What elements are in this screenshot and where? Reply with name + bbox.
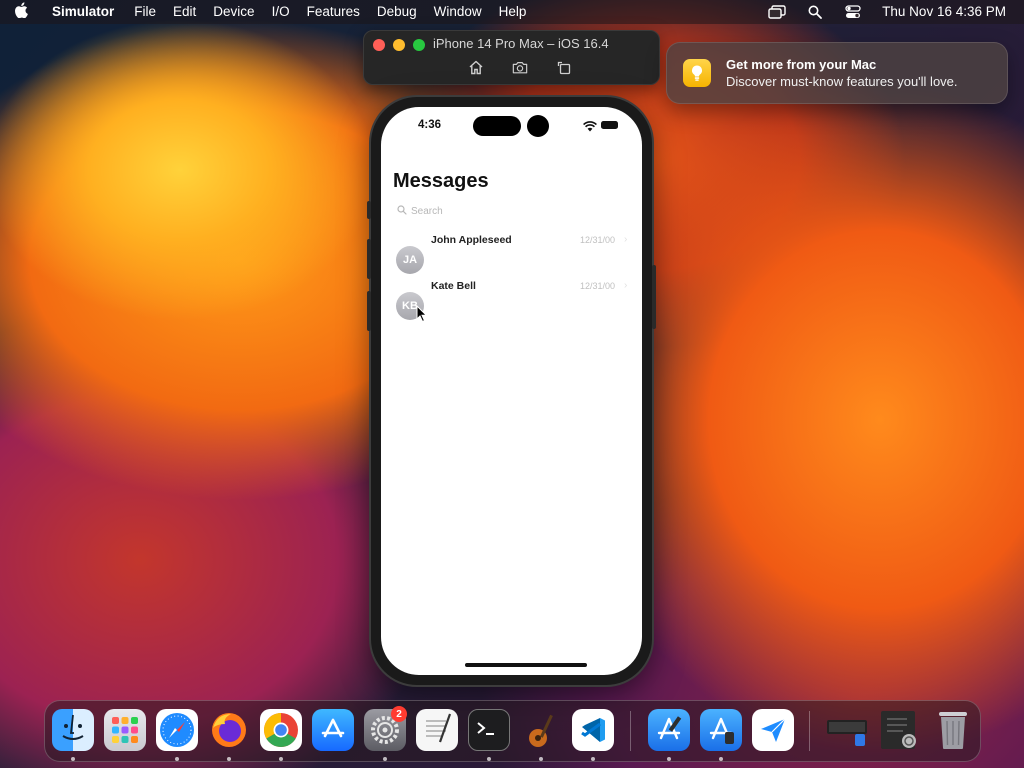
tips-lightbulb-icon xyxy=(683,59,711,87)
spotlight-search-icon[interactable] xyxy=(806,5,824,19)
menu-edit[interactable]: Edit xyxy=(173,0,196,24)
search-icon xyxy=(397,202,407,220)
notification-badge: 2 xyxy=(391,706,407,722)
minimize-window-button[interactable] xyxy=(393,39,405,51)
menu-io[interactable]: I/O xyxy=(272,0,290,24)
textedit-icon[interactable] xyxy=(416,709,458,751)
status-time: 4:36 xyxy=(418,119,442,131)
menu-file[interactable]: File xyxy=(134,0,156,24)
message-date: 12/31/00 xyxy=(580,235,616,245)
screenshot-icon[interactable] xyxy=(512,59,528,75)
running-indicator xyxy=(71,757,75,761)
running-indicator xyxy=(227,757,231,761)
firefox-icon[interactable] xyxy=(208,709,250,751)
volume-up-button[interactable] xyxy=(367,239,371,279)
front-camera xyxy=(527,115,549,137)
rotate-icon[interactable] xyxy=(556,59,572,75)
menu-app-name[interactable]: Simulator xyxy=(52,0,114,24)
app-store-icon[interactable] xyxy=(312,709,354,751)
search-field[interactable]: Search xyxy=(397,202,443,220)
side-button[interactable] xyxy=(652,265,656,329)
notification-banner[interactable]: Get more from your Mac Discover must-kno… xyxy=(666,42,1008,104)
menu-debug[interactable]: Debug xyxy=(377,0,417,24)
screen-mirroring-icon[interactable] xyxy=(768,5,786,19)
message-date: 12/31/00 xyxy=(580,281,616,291)
finder-icon[interactable] xyxy=(52,709,94,751)
chevron-right-icon: › xyxy=(624,280,628,291)
launchpad-icon[interactable] xyxy=(104,709,146,751)
paper-plane-icon[interactable] xyxy=(752,709,794,751)
vscode-icon[interactable] xyxy=(572,709,614,751)
battery-icon xyxy=(601,121,618,129)
menu-bar: Simulator File Edit Device I/O Features … xyxy=(0,0,1024,24)
window-controls xyxy=(373,39,425,51)
contact-name: Kate Bell xyxy=(431,280,476,292)
simulator-icon[interactable] xyxy=(700,709,742,751)
phone-screen[interactable]: 4:36 Messages Search JA John Appleseed 1… xyxy=(381,107,642,675)
avatar: JA xyxy=(396,246,424,274)
dynamic-island xyxy=(473,116,521,136)
home-icon[interactable] xyxy=(468,59,484,75)
running-indicator xyxy=(719,757,723,761)
safari-icon[interactable] xyxy=(156,709,198,751)
contact-name: John Appleseed xyxy=(431,234,512,246)
terminal-icon[interactable] xyxy=(468,709,510,751)
notification-body: Discover must-know features you'll love. xyxy=(726,74,958,89)
menubar-clock[interactable]: Thu Nov 16 4:36 PM xyxy=(882,0,1006,24)
dock: 2 xyxy=(44,700,981,762)
running-indicator xyxy=(383,757,387,761)
volume-down-button[interactable] xyxy=(367,291,371,331)
running-indicator xyxy=(667,757,671,761)
running-indicator xyxy=(591,757,595,761)
dock-separator xyxy=(630,711,631,751)
conversation-row[interactable]: JA John Appleseed 12/31/00 › xyxy=(381,234,642,280)
simulator-window-toolbar: iPhone 14 Pro Max – iOS 16.4 xyxy=(363,30,660,85)
running-indicator xyxy=(175,757,179,761)
chrome-icon[interactable] xyxy=(260,709,302,751)
action-button[interactable] xyxy=(367,201,371,219)
menu-device[interactable]: Device xyxy=(213,0,254,24)
control-center-icon[interactable] xyxy=(844,5,862,19)
search-placeholder: Search xyxy=(411,205,443,217)
xcode-icon[interactable] xyxy=(648,709,690,751)
close-window-button[interactable] xyxy=(373,39,385,51)
instruments-icon[interactable] xyxy=(520,709,562,751)
ios-status-bar: 4:36 xyxy=(381,107,642,143)
menu-help[interactable]: Help xyxy=(499,0,527,24)
menu-features[interactable]: Features xyxy=(307,0,360,24)
apple-menu-icon[interactable] xyxy=(14,2,42,22)
home-indicator[interactable] xyxy=(465,663,587,667)
running-indicator xyxy=(279,757,283,761)
notification-title: Get more from your Mac xyxy=(726,57,877,72)
wifi-icon xyxy=(583,119,597,132)
mouse-pointer-icon xyxy=(416,304,428,323)
running-indicator xyxy=(539,757,543,761)
dock-separator xyxy=(809,711,810,751)
running-indicator xyxy=(487,757,491,761)
trash-icon[interactable] xyxy=(932,709,974,751)
documents-stack-icon[interactable] xyxy=(876,709,922,751)
downloads-stack-icon[interactable] xyxy=(824,709,872,751)
zoom-window-button[interactable] xyxy=(413,39,425,51)
chevron-right-icon: › xyxy=(624,234,628,245)
simulator-window-title: iPhone 14 Pro Max – iOS 16.4 xyxy=(433,36,609,51)
messages-title: Messages xyxy=(393,170,489,192)
menu-window[interactable]: Window xyxy=(434,0,482,24)
iphone-simulator: 4:36 Messages Search JA John Appleseed 1… xyxy=(367,97,656,685)
